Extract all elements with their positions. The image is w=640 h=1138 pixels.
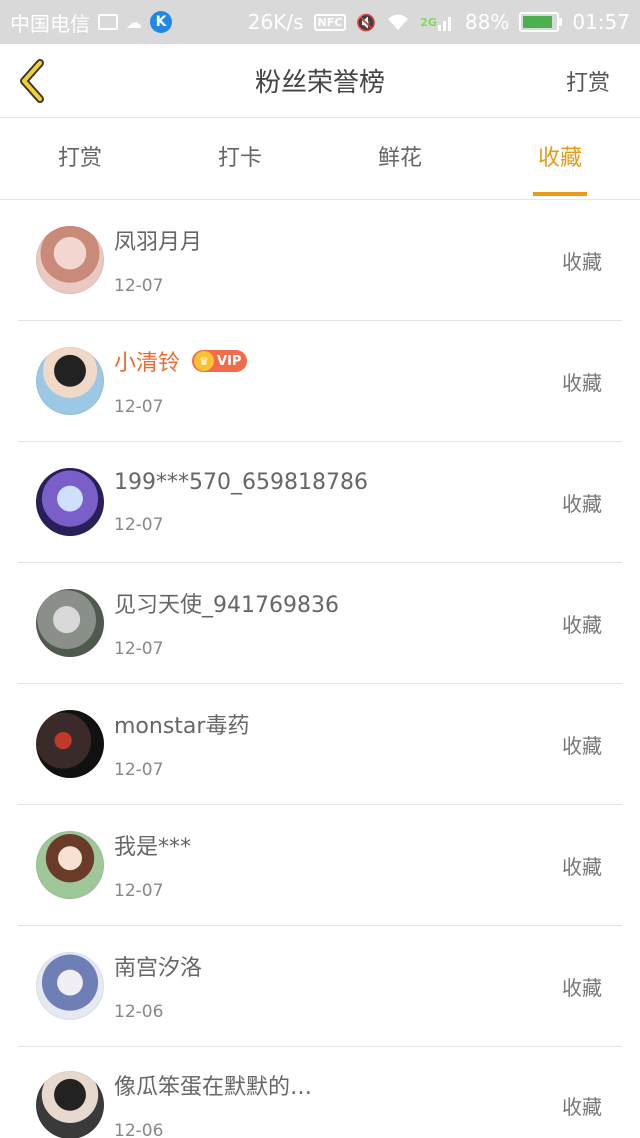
- tab-checkin[interactable]: 打卡: [160, 118, 320, 200]
- date: 12-06: [114, 1002, 164, 1022]
- avatar[interactable]: [36, 710, 104, 778]
- page-title: 粉丝荣誉榜: [254, 68, 385, 98]
- avatar[interactable]: [36, 468, 104, 536]
- battery-percent: 88%: [464, 10, 510, 34]
- vip-label: VIP: [217, 353, 242, 369]
- tab-reward[interactable]: 打赏: [0, 118, 160, 200]
- avatar[interactable]: [36, 226, 104, 294]
- user-name: 见习天使_941769836: [114, 593, 339, 618]
- action-label: 收藏: [562, 1094, 602, 1119]
- vip-badge: ♛ VIP: [192, 350, 248, 372]
- user-name: 凤羽月月: [114, 230, 203, 255]
- battery-icon: [519, 12, 563, 32]
- cloud-icon: ☁: [126, 12, 142, 32]
- user-name: 小清铃: [114, 351, 181, 376]
- date: 12-07: [114, 514, 164, 535]
- back-button[interactable]: [0, 44, 64, 118]
- date: 12-07: [114, 639, 164, 659]
- user-name: monstar毒药: [114, 714, 250, 739]
- tab-favorites[interactable]: 收藏: [480, 118, 640, 200]
- action-label: 收藏: [562, 733, 602, 758]
- user-name: 像瓜笨蛋在默默的…: [114, 1075, 313, 1100]
- avatar[interactable]: [36, 347, 104, 415]
- status-bar: 中国电信 ☁ K 26K/s NFC 🔇 2G 88% 01:57: [0, 0, 640, 44]
- list-item[interactable]: 像瓜笨蛋在默默的… 12-06 收藏: [18, 1047, 622, 1138]
- action-label: 收藏: [562, 975, 602, 1000]
- nfc-icon: NFC: [313, 13, 347, 31]
- avatar[interactable]: [36, 831, 104, 899]
- user-name: 199***570_659818786: [114, 469, 368, 495]
- user-name: 南宫汐洛: [114, 956, 203, 981]
- tab-flowers[interactable]: 鲜花: [320, 118, 480, 200]
- back-arrow-icon: [20, 58, 44, 103]
- list-item[interactable]: 199***570_659818786 12-07 收藏: [18, 442, 622, 563]
- user-name: 我是***: [114, 835, 192, 860]
- kugou-icon: K: [150, 11, 172, 33]
- image-icon: [98, 14, 118, 30]
- list-item[interactable]: 小清铃 ♛ VIP 12-07 收藏: [18, 321, 622, 442]
- date: 12-07: [114, 276, 164, 296]
- date: 12-06: [114, 1121, 164, 1138]
- wifi-icon: [386, 13, 410, 31]
- date: 12-07: [114, 881, 164, 901]
- clock: 01:57: [572, 10, 630, 34]
- list-item[interactable]: 南宫汐洛 12-06 收藏: [18, 926, 622, 1047]
- tab-bar: 打赏 打卡 鲜花 收藏: [0, 118, 640, 200]
- mute-icon: 🔇: [356, 12, 377, 32]
- action-label: 收藏: [562, 491, 602, 516]
- list-item[interactable]: 见习天使_941769836 12-07 收藏: [18, 563, 622, 684]
- action-label: 收藏: [562, 249, 602, 274]
- action-label: 收藏: [562, 854, 602, 879]
- action-label: 收藏: [562, 612, 602, 637]
- network-type: 2G: [420, 15, 437, 29]
- list-item[interactable]: 我是*** 12-07 收藏: [18, 805, 622, 926]
- reward-button[interactable]: 打赏: [566, 65, 610, 97]
- avatar[interactable]: [36, 589, 104, 657]
- date: 12-07: [114, 397, 164, 417]
- fan-list: 凤羽月月 12-07 收藏 小清铃 ♛ VIP 12-07 收藏 199***5…: [0, 200, 640, 1138]
- carrier-label: 中国电信: [10, 11, 90, 36]
- action-label: 收藏: [562, 370, 602, 395]
- avatar[interactable]: [36, 1071, 104, 1138]
- list-item[interactable]: monstar毒药 12-07 收藏: [18, 684, 622, 805]
- app-header: 粉丝荣誉榜 打赏: [0, 44, 640, 118]
- date: 12-07: [114, 760, 164, 780]
- network-speed: 26K/s: [247, 10, 304, 34]
- crown-icon: ♛: [194, 351, 215, 371]
- signal-icon: 2G: [420, 13, 455, 31]
- list-item[interactable]: 凤羽月月 12-07 收藏: [18, 200, 622, 321]
- avatar[interactable]: [36, 952, 104, 1020]
